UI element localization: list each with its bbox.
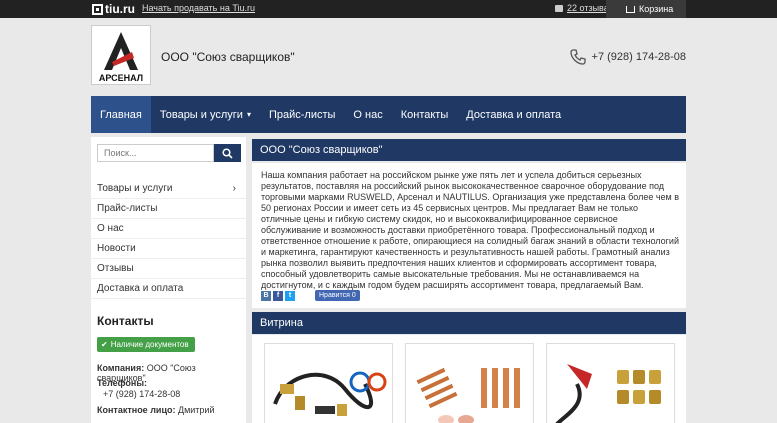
site-header: АРСЕНАЛ ООО "Союз сварщиков" +7 (928) 17… — [91, 18, 686, 96]
phone-icon — [569, 49, 586, 65]
sidebar-menu: Товары и услуги › Прайс-листы О нас Ново… — [91, 179, 246, 299]
social-share: B f t Нравится 0 — [261, 290, 360, 301]
nav-item-products-label: Товары и услуги — [159, 108, 243, 121]
contact-company-label: Компания: — [97, 363, 145, 373]
sidebar-item-label: Доставка и оплата — [97, 283, 184, 294]
search-input[interactable] — [97, 144, 214, 162]
start-selling-link[interactable]: Начать продавать на Tiu.ru — [142, 3, 255, 13]
search-box — [97, 144, 241, 162]
contact-person-value: Дмитрий — [177, 405, 215, 415]
product-card[interactable] — [546, 343, 675, 423]
contacts-heading: Контакты — [97, 314, 154, 328]
documents-badge[interactable]: ✔ Наличие документов — [97, 337, 195, 352]
nav-item-home[interactable]: Главная — [91, 96, 151, 133]
cart-label: Корзина — [639, 4, 674, 14]
chevron-down-icon: ▾ — [246, 110, 251, 119]
nav-item-price-lists[interactable]: Прайс-листы — [260, 96, 344, 133]
sidebar-item-label: О нас — [97, 223, 124, 234]
reviews-count: 22 отзыва — [567, 3, 609, 13]
sidebar-item-about[interactable]: О нас — [91, 219, 246, 239]
search-icon — [222, 147, 233, 159]
company-logo[interactable]: АРСЕНАЛ — [91, 25, 151, 85]
header-phone-number: +7 (928) 174-28-08 — [591, 51, 686, 63]
sidebar-item-label: Отзывы — [97, 263, 134, 274]
top-bar: tiu.ru Начать продавать на Tiu.ru 22 отз… — [0, 0, 777, 18]
nav-item-products[interactable]: Товары и услуги ▾ — [151, 96, 260, 133]
sidebar-item-price-lists[interactable]: Прайс-листы — [91, 199, 246, 219]
about-text: Наша компания работает на российском рын… — [261, 170, 679, 290]
arsenal-logo-icon: АРСЕНАЛ — [99, 32, 143, 83]
tiu-logo[interactable]: tiu.ru — [92, 2, 135, 16]
page-title: ООО "Союз сварщиков" — [252, 139, 686, 161]
reviews-link[interactable]: 22 отзыва — [555, 3, 609, 13]
tiu-logo-icon — [92, 3, 103, 15]
sidebar-item-reviews[interactable]: Отзывы — [91, 259, 246, 279]
nav-item-delivery[interactable]: Доставка и оплата — [457, 96, 570, 133]
contact-person: Контактное лицо: Дмитрий — [97, 405, 214, 415]
sidebar: Товары и услуги › Прайс-листы О нас Ново… — [91, 137, 246, 423]
company-name: ООО "Союз сварщиков" — [161, 50, 295, 64]
sidebar-item-label: Новости — [97, 243, 136, 254]
contact-phone-value[interactable]: +7 (928) 174-28-08 — [103, 389, 180, 399]
svg-text:АРСЕНАЛ: АРСЕНАЛ — [99, 73, 143, 83]
sidebar-item-label: Прайс-листы — [97, 203, 158, 214]
cart-icon — [626, 5, 635, 13]
contact-phones-label: Телефоны: — [97, 378, 147, 388]
sidebar-item-label: Товары и услуги — [97, 183, 173, 194]
sidebar-item-delivery[interactable]: Доставка и оплата — [91, 279, 246, 299]
product-card[interactable] — [405, 343, 534, 423]
vk-icon[interactable]: B — [261, 290, 271, 301]
header-phone[interactable]: +7 (928) 174-28-08 — [569, 49, 686, 65]
sidebar-item-news[interactable]: Новости — [91, 239, 246, 259]
chevron-right-icon: › — [232, 183, 236, 194]
showcase-heading: Витрина — [252, 312, 686, 334]
sidebar-item-products[interactable]: Товары и услуги › — [91, 179, 246, 199]
showcase — [252, 335, 686, 423]
like-button[interactable]: Нравится 0 — [315, 290, 360, 301]
contact-person-label: Контактное лицо: — [97, 405, 176, 415]
facebook-icon[interactable]: f — [273, 290, 283, 301]
main-nav: Главная Товары и услуги ▾ Прайс-листы О … — [91, 96, 686, 133]
chat-icon — [555, 4, 563, 12]
about-section: Наша компания работает на российском рын… — [252, 163, 686, 308]
nav-item-contacts[interactable]: Контакты — [392, 96, 458, 133]
plasma-torch-image — [555, 364, 661, 423]
cart-button[interactable]: Корзина — [606, 0, 686, 18]
search-button[interactable] — [214, 144, 241, 162]
twitter-icon[interactable]: t — [285, 290, 295, 301]
check-icon: ✔ — [101, 340, 108, 349]
contact-phones-label-text: Телефоны: — [97, 378, 148, 388]
contact-tips-image — [416, 367, 520, 423]
welding-torch-image — [273, 371, 387, 416]
documents-badge-label: Наличие документов — [110, 340, 189, 349]
product-card[interactable] — [264, 343, 393, 423]
tiu-logo-text: tiu.ru — [105, 2, 135, 16]
nav-item-about[interactable]: О нас — [344, 96, 391, 133]
